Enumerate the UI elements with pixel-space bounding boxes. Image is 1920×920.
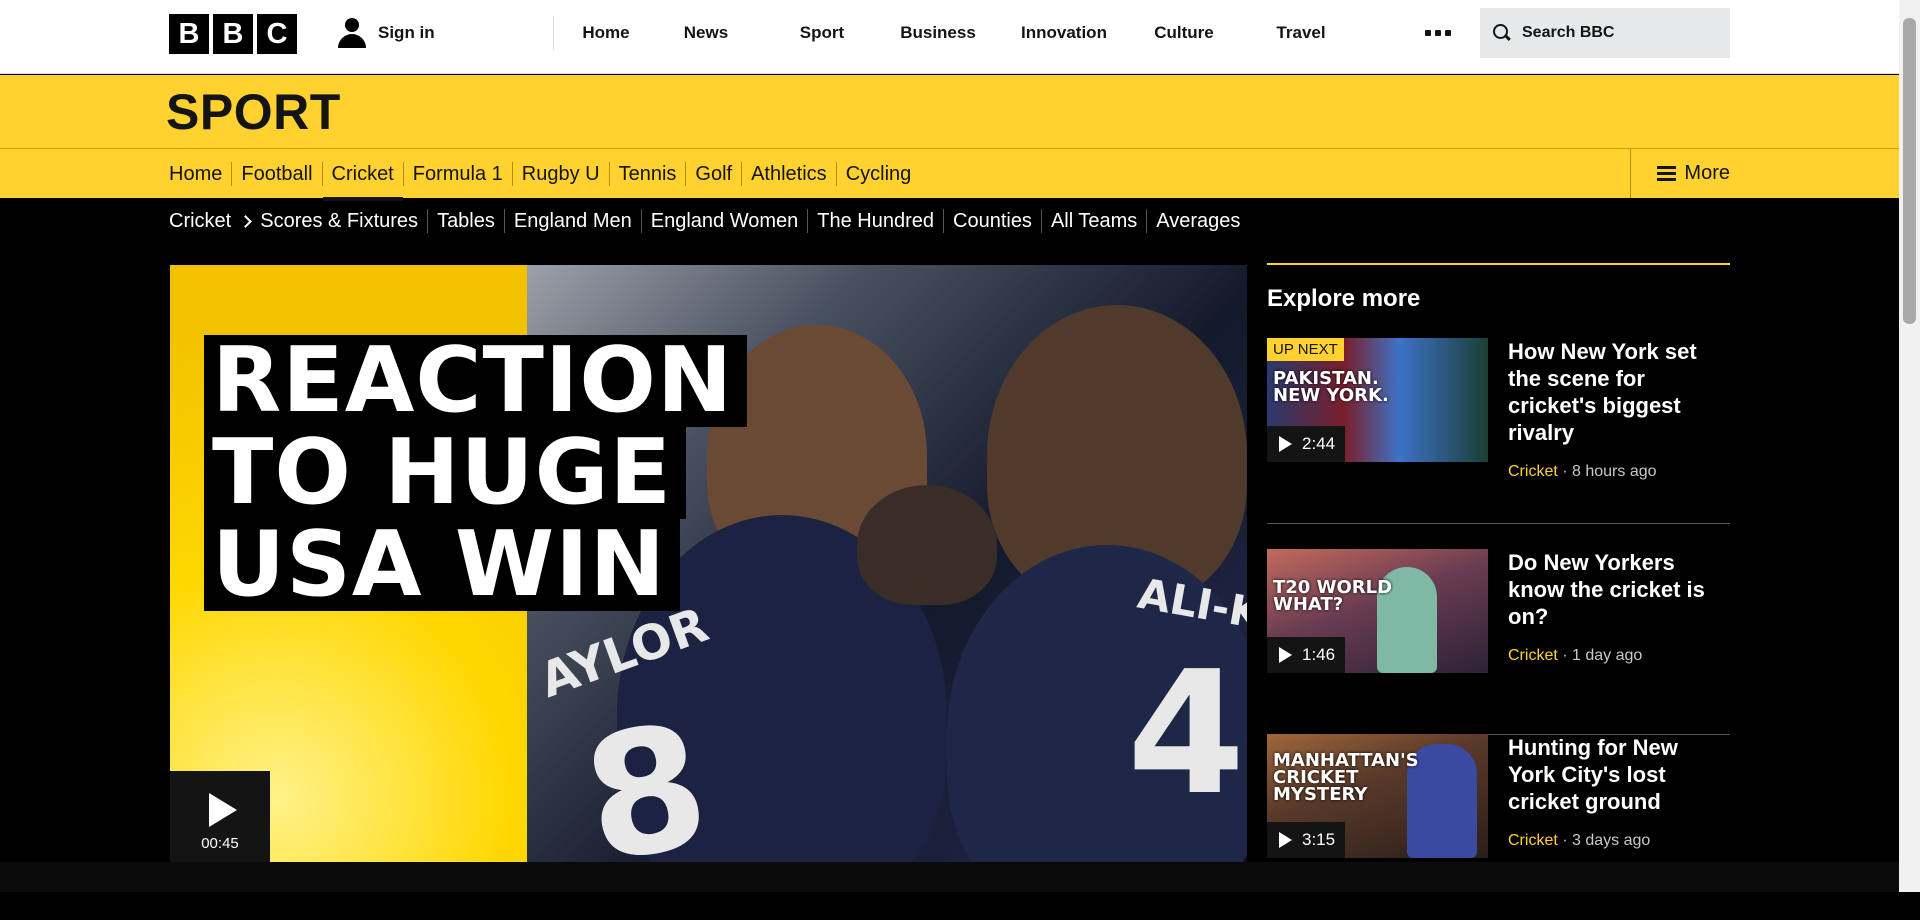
video-thumbnail[interactable]: T20 WORLD WHAT? 1:46 xyxy=(1267,549,1488,673)
page-bottom-strip xyxy=(0,862,1899,892)
video-thumbnail[interactable]: MANHATTAN'S CRICKET MYSTERY 3:15 xyxy=(1267,734,1488,858)
jersey-number: 47 xyxy=(1127,635,1247,833)
bbc-logo[interactable]: B B C xyxy=(169,14,297,54)
video-card[interactable]: MANHATTAN'S CRICKET MYSTERY 3:15 Hunting… xyxy=(1267,734,1730,920)
subnav-england-women[interactable]: England Women xyxy=(642,209,809,233)
video-duration: 00:45 xyxy=(201,835,239,852)
card-title[interactable]: Do New Yorkers know the cricket is on? xyxy=(1508,549,1728,630)
video-card[interactable]: UP NEXT PAKISTAN. NEW YORK. 2:44 How New… xyxy=(1267,338,1730,524)
card-meta: Cricket · 3 days ago xyxy=(1508,832,1651,849)
cricket-subnav: Cricket Scores & Fixtures Tables England… xyxy=(160,208,1249,234)
video-card[interactable]: T20 WORLD WHAT? 1:46 Do New Yorkers know… xyxy=(1267,549,1730,735)
card-meta: Cricket · 8 hours ago xyxy=(1508,463,1657,480)
global-nav-travel[interactable]: Travel xyxy=(1236,23,1366,43)
subnav-all-teams[interactable]: All Teams xyxy=(1042,209,1148,233)
sport-nav-formula-1[interactable]: Formula 1 xyxy=(404,161,513,186)
sport-nav-golf[interactable]: Golf xyxy=(686,161,743,186)
card-time: 1 day ago xyxy=(1572,647,1643,664)
video-duration-badge: 3:15 xyxy=(1267,822,1346,858)
video-duration-badge: 1:46 xyxy=(1267,637,1346,673)
subnav-scores-fixtures[interactable]: Scores & Fixtures xyxy=(260,209,429,233)
headline-line: USA WIN xyxy=(204,519,680,611)
play-icon xyxy=(1279,647,1292,663)
chevron-right-icon xyxy=(239,214,253,228)
global-nav-culture[interactable]: Culture xyxy=(1132,23,1236,43)
logo-letter: B xyxy=(169,14,209,54)
search-input[interactable]: Search BBC xyxy=(1480,8,1730,58)
global-nav-innovation[interactable]: Innovation xyxy=(996,23,1132,43)
sport-nav-tennis[interactable]: Tennis xyxy=(610,161,687,186)
sign-in-link[interactable]: Sign in xyxy=(336,16,435,50)
subnav-averages[interactable]: Averages xyxy=(1147,209,1249,233)
card-category[interactable]: Cricket xyxy=(1508,647,1558,664)
global-nav-business[interactable]: Business xyxy=(880,23,996,43)
hero-video[interactable]: AYLOR 8 ALI-KHA 47 REACTION TO HUGE USA … xyxy=(170,265,1247,892)
sport-nav: Home Football Cricket Formula 1 Rugby U … xyxy=(0,149,1899,201)
thumbnail-text: MANHATTAN'S CRICKET MYSTERY xyxy=(1273,750,1419,805)
play-button[interactable]: 00:45 xyxy=(170,771,270,863)
subnav-the-hundred[interactable]: The Hundred xyxy=(808,209,944,233)
sport-banner: SPORT xyxy=(0,75,1899,149)
card-meta: Cricket · 1 day ago xyxy=(1508,647,1643,664)
card-title[interactable]: How New York set the scene for cricket's… xyxy=(1508,338,1728,446)
search-icon xyxy=(1492,23,1512,43)
duration-label: 2:44 xyxy=(1302,434,1336,453)
explore-more-panel: Explore more UP NEXT PAKISTAN. NEW YORK.… xyxy=(1267,263,1730,858)
sport-nav-cycling[interactable]: Cycling xyxy=(837,162,921,186)
sport-nav-athletics[interactable]: Athletics xyxy=(742,161,837,186)
person-icon xyxy=(336,17,368,49)
global-nav-news[interactable]: News xyxy=(648,23,764,43)
up-next-badge: UP NEXT xyxy=(1267,338,1344,361)
play-icon xyxy=(1279,832,1292,848)
card-time: 8 hours ago xyxy=(1572,463,1657,480)
headline-line: REACTION xyxy=(204,335,748,427)
more-label: More xyxy=(1684,162,1730,184)
duration-label: 1:46 xyxy=(1302,645,1336,664)
headline-line: TO HUGE xyxy=(204,427,686,519)
video-thumbnail[interactable]: UP NEXT PAKISTAN. NEW YORK. 2:44 xyxy=(1267,338,1488,462)
global-nav: Home News Sport Business Innovation Cult… xyxy=(553,16,1366,50)
hamburger-icon xyxy=(1657,166,1677,181)
logo-letter: B xyxy=(213,14,253,54)
subnav-counties[interactable]: Counties xyxy=(944,209,1042,233)
thumbnail-text: PAKISTAN. NEW YORK. xyxy=(1273,368,1389,406)
bbc-masthead: B B C Sign in Home News Sport Business I… xyxy=(0,0,1899,74)
sign-in-label: Sign in xyxy=(378,23,435,42)
thumbnail-text: T20 WORLD WHAT? xyxy=(1273,577,1393,615)
sport-nav-rugby-union[interactable]: Rugby U xyxy=(513,161,610,186)
hero-headline: REACTION TO HUGE USA WIN xyxy=(204,335,748,611)
logo-letter: C xyxy=(257,14,297,54)
player-figure xyxy=(857,485,997,605)
sport-nav-home[interactable]: Home xyxy=(160,161,233,186)
card-title[interactable]: Hunting for New York City's lost cricket… xyxy=(1508,734,1728,815)
more-menu-icon[interactable] xyxy=(1425,30,1451,36)
subnav-cricket[interactable]: Cricket xyxy=(160,209,237,233)
explore-more-title: Explore more xyxy=(1267,285,1421,312)
card-time: 3 days ago xyxy=(1572,832,1651,849)
global-nav-sport[interactable]: Sport xyxy=(764,23,880,43)
sport-more-button[interactable]: More xyxy=(1630,149,1730,198)
sport-nav-football[interactable]: Football xyxy=(232,161,323,186)
card-category[interactable]: Cricket xyxy=(1508,463,1558,480)
sport-title[interactable]: SPORT xyxy=(166,83,341,141)
global-nav-home[interactable]: Home xyxy=(564,23,648,43)
subnav-england-men[interactable]: England Men xyxy=(505,209,642,233)
search-placeholder: Search BBC xyxy=(1522,24,1615,41)
subnav-tables[interactable]: Tables xyxy=(428,209,505,233)
play-icon xyxy=(209,793,237,827)
card-category[interactable]: Cricket xyxy=(1508,832,1558,849)
scrollbar-thumb[interactable] xyxy=(1903,18,1916,324)
page-scrollbar[interactable] xyxy=(1899,0,1920,892)
sport-nav-cricket[interactable]: Cricket xyxy=(322,161,404,201)
video-duration-badge: 2:44 xyxy=(1267,426,1346,462)
duration-label: 3:15 xyxy=(1302,830,1336,849)
play-icon xyxy=(1279,436,1292,452)
